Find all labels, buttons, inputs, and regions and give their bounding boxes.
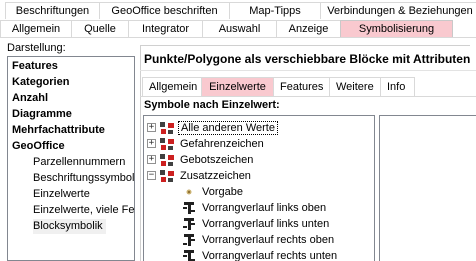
inner-tab-einzelwerte[interactable]: Einzelwerte [201,77,274,96]
tree-row-label: Vorrangverlauf rechts oben [202,233,335,246]
tree-row-vorrangverlauf-links-unten[interactable]: Vorrangverlauf links unten [181,216,331,231]
tab-anzeige[interactable]: Anzeige [276,20,341,37]
list-item-features[interactable]: Features [12,59,58,74]
list-item-diagramme[interactable]: Diagramme [12,107,72,122]
expand-icon[interactable]: + [147,123,156,132]
list-item-parzellennummern[interactable]: Parzellennummern [33,155,125,170]
list-item-geooffice[interactable]: GeoOffice [12,139,65,154]
top-tab-row-2: Allgemein Quelle Integrator Auswahl Anze… [0,20,453,37]
tab-geooffice-beschriften[interactable]: GeoOffice beschriften [99,2,230,19]
tree-row-label: Alle anderen Werte [178,120,278,135]
tab-beschriftungen[interactable]: Beschriftungen [5,2,100,19]
tree-row-vorrangverlauf-rechts-unten[interactable]: Vorrangverlauf rechts unten [181,248,339,261]
group-symbol-icon [159,137,175,151]
tree-row-label: Vorgabe [202,185,243,198]
group-symbol-icon [159,153,175,167]
road-sign-symbol-icon [181,233,197,247]
tree-row-label: Vorrangverlauf links unten [202,217,330,230]
tab-verbindungen-beziehungen[interactable]: Verbindungen & Beziehungen [320,2,476,19]
inner-tab-weitere[interactable]: Weitere [329,77,381,96]
inner-tab-features[interactable]: Features [273,77,330,96]
darstellung-list[interactable]: Features Kategorien Anzahl Diagramme Meh… [7,56,135,261]
tab-map-tipps[interactable]: Map-Tipps [229,2,321,19]
inner-tab-divider [140,96,476,97]
list-item-anzahl[interactable]: Anzahl [12,91,48,106]
top-tab-row-1: Beschriftungen GeoOffice beschriften Map… [5,2,476,19]
road-sign-symbol-icon [181,201,197,215]
list-item-kategorien[interactable]: Kategorien [12,75,69,90]
tree-row-alle-anderen-werte[interactable]: + Alle anderen Werte [147,120,278,135]
group-symbol-icon [159,169,175,183]
tree-row-vorgabe[interactable]: Vorgabe [181,184,245,199]
expand-icon[interactable]: + [147,139,156,148]
symbol-preview-pane[interactable] [379,115,476,261]
tree-row-vorrangverlauf-links-oben[interactable]: Vorrangverlauf links oben [181,200,328,215]
tab-auswahl[interactable]: Auswahl [202,20,277,37]
tab-integrator[interactable]: Integrator [128,20,203,37]
tree-row-label: Gefahrenzeichen [180,137,264,150]
road-sign-symbol-icon [181,217,197,231]
tree-row-label: Zusatzzeichen [180,169,251,182]
tree-row-vorrangverlauf-rechts-oben[interactable]: Vorrangverlauf rechts oben [181,232,336,247]
point-symbol-icon [181,185,197,199]
inner-tab-row: Allgemein Einzelwerte Features Weitere I… [142,77,415,96]
road-sign-symbol-icon [181,249,197,261]
tab-symbolisierung[interactable]: Symbolisierung [340,20,453,37]
list-item-einzelwerte-viele-felder[interactable]: Einzelwerte, viele Felder [33,203,134,218]
panel-title: Punkte/Polygone als verschiebbare Blöcke… [144,52,471,66]
tab-allgemein[interactable]: Allgemein [0,20,72,37]
symbol-tree[interactable]: + Alle anderen Werte + Gefahrenzeichen +… [143,115,375,261]
collapse-icon[interactable]: − [147,171,156,180]
tree-row-gebotszeichen[interactable]: + Gebotszeichen [147,152,255,167]
tree-row-label: Vorrangverlauf links oben [202,201,327,214]
tree-row-gefahrenzeichen[interactable]: + Gefahrenzeichen [147,136,266,151]
list-item-einzelwerte[interactable]: Einzelwerte [33,187,90,202]
tab-strip-divider [0,37,476,38]
list-item-blocksymbolik[interactable]: Blocksymbolik [33,219,106,234]
group-symbol-icon [159,121,175,135]
tree-row-label: Gebotszeichen [180,153,254,166]
tree-row-zusatzzeichen[interactable]: − Zusatzzeichen [147,168,253,183]
tree-row-label: Vorrangverlauf rechts unten [202,249,338,261]
inner-tab-info[interactable]: Info [380,77,415,96]
list-item-mehrfachattribute[interactable]: Mehrfachattribute [12,123,105,138]
darstellung-label: Darstellung: [7,42,66,54]
title-divider [140,70,476,71]
list-item-beschriftungssymbolik[interactable]: Beschriftungssymbolik [33,171,134,186]
symbols-label: Symbole nach Einzelwert: [144,99,280,111]
expand-icon[interactable]: + [147,155,156,164]
tab-quelle[interactable]: Quelle [71,20,129,37]
inner-tab-allgemein[interactable]: Allgemein [142,77,202,96]
